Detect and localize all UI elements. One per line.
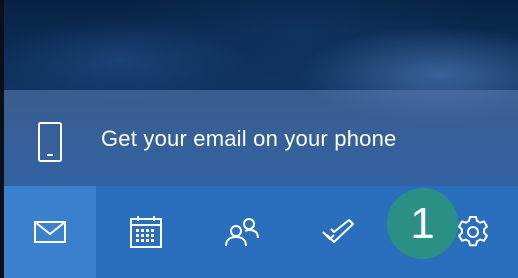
phone-icon (36, 120, 64, 164)
promo-text: Get your email on your phone (101, 126, 397, 151)
checkmark-icon (321, 218, 355, 246)
nav-calendar-button[interactable] (100, 186, 192, 278)
nav-todo-button[interactable] (292, 186, 384, 278)
step-callout-badge: 1 (387, 188, 458, 259)
people-icon (223, 217, 261, 247)
mail-icon (33, 220, 67, 244)
calendar-icon (129, 215, 163, 249)
gear-icon (456, 215, 490, 249)
nav-people-button[interactable] (196, 186, 288, 278)
nav-mail-button[interactable] (4, 186, 96, 278)
